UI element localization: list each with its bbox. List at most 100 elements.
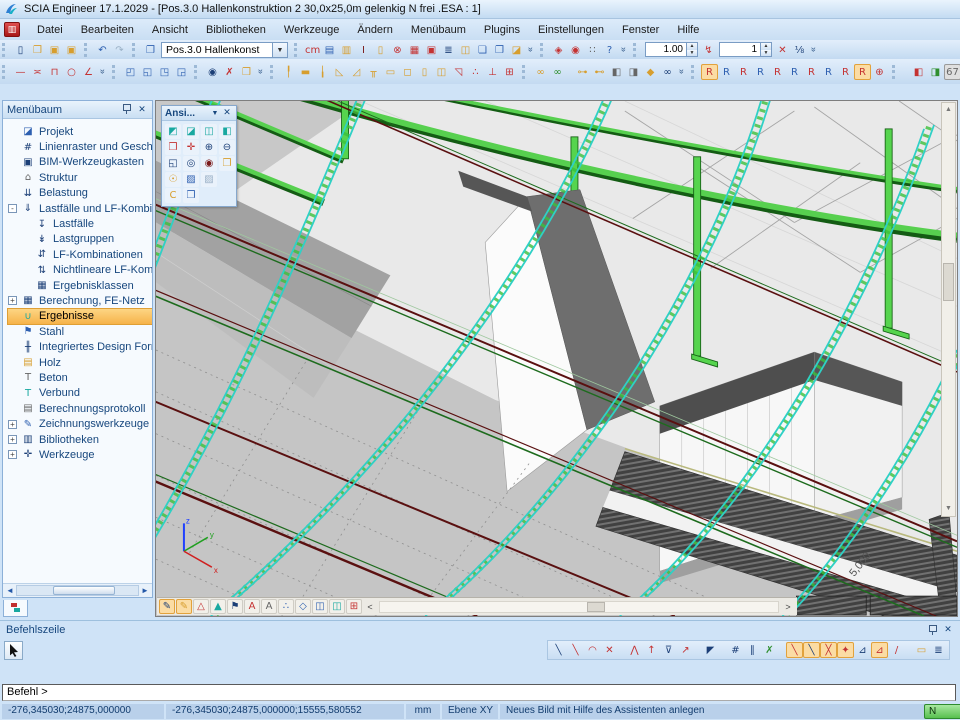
toolbar-overflow-icon[interactable]: » — [523, 44, 538, 55]
scroll-left-icon[interactable]: < — [363, 602, 377, 612]
snap-arc-icon[interactable]: ◠ — [584, 642, 601, 658]
toolbar-overflow-icon[interactable]: » — [806, 44, 821, 55]
tree-item-belastung[interactable]: ⇊ Belastung — [8, 186, 152, 201]
project-combo-dropdown-icon[interactable]: ▼ — [273, 42, 288, 58]
count-spinner[interactable]: 1 ▲▼ — [719, 42, 772, 57]
palette-dropdown-icon[interactable]: ▼ — [209, 110, 221, 117]
tree-item-stahl[interactable]: ⚑ Stahl — [8, 324, 152, 339]
result-class-icon[interactable]: R — [837, 64, 854, 80]
tree-item-lastfaelle-lf-kombinationen[interactable]: - ⇓ Lastfälle und LF-Kombin — [8, 201, 152, 216]
result-reactions-icon[interactable]: R — [786, 64, 803, 80]
units-icon[interactable]: cm — [304, 42, 321, 58]
command-input[interactable]: Befehl > — [2, 684, 956, 701]
tree-item-zeichnungswerkzeuge[interactable]: + ✎ Zeichnungswerkzeuge — [8, 416, 152, 431]
toolbar-overflow-icon[interactable]: » — [674, 66, 689, 77]
quick-draw-alt-icon[interactable]: ✎ — [176, 599, 192, 614]
menu-datei[interactable]: Datei — [28, 22, 72, 38]
wireframe-icon[interactable]: △ — [193, 599, 209, 614]
pin-icon[interactable] — [927, 625, 938, 636]
snap-mode-midpoint-icon[interactable]: ╲ — [803, 642, 820, 658]
tree-item-bim-werkzeugkasten[interactable]: ▣ BIM-Werkzeugkasten — [8, 155, 152, 170]
light-icon[interactable]: ☉ — [165, 172, 181, 187]
tree-expander-icon[interactable] — [8, 189, 17, 198]
view-y-icon[interactable]: ◪ — [183, 124, 199, 139]
scroll-up-icon[interactable]: ▲ — [945, 103, 952, 117]
tree-expander-icon[interactable] — [8, 158, 17, 167]
mesh-icon[interactable]: ⊞ — [501, 64, 518, 80]
pair-add-icon[interactable]: ⊶ — [574, 64, 591, 80]
tree-item-bibliotheken[interactable]: + ▥ Bibliotheken — [8, 432, 152, 447]
polyline-icon[interactable]: ⊓ — [46, 64, 63, 80]
viewport-window-icon[interactable]: ❐ — [142, 42, 159, 58]
scale-spinner-value[interactable]: 1.00 — [645, 42, 687, 57]
snap-intersection-icon[interactable]: ✗ — [761, 642, 778, 658]
table-input-icon[interactable]: ▦ — [406, 42, 423, 58]
menubaum-panel-tab[interactable] — [3, 600, 28, 617]
nodes-icon[interactable]: ∴ — [278, 599, 294, 614]
tree-expander-icon[interactable]: + — [8, 420, 17, 429]
tree-expander-icon[interactable]: - — [8, 204, 17, 213]
scale-spinner-arrows[interactable]: ▲▼ — [687, 42, 698, 57]
hinge-icon[interactable]: ∴ — [467, 64, 484, 80]
layers-icon[interactable]: ▤ — [321, 42, 338, 58]
sidebar-hscrollbar[interactable]: ◄ ► — [3, 583, 152, 597]
tree-expander-icon[interactable] — [8, 343, 17, 352]
column-member-icon[interactable]: ╿ — [280, 64, 297, 80]
selection-filter-icon[interactable]: ◆ — [642, 64, 659, 80]
zoom-in-icon[interactable]: ⊕ — [201, 140, 217, 155]
quick-draw-icon[interactable]: ✎ — [159, 599, 175, 614]
tree-expander-icon[interactable]: + — [8, 435, 17, 444]
dimension-line-icon[interactable]: ≍ — [29, 64, 46, 80]
tree-item-lf-kombinationen[interactable]: ⇵ LF-Kombinationen — [8, 247, 152, 262]
scale-spinner[interactable]: 1.00 ▲▼ — [645, 42, 698, 57]
opening-icon[interactable]: ▭ — [382, 64, 399, 80]
truss-icon[interactable]: ◹ — [450, 64, 467, 80]
close-icon[interactable]: ✕ — [942, 624, 954, 636]
column-head-icon[interactable]: ╥ — [365, 64, 382, 80]
scroll-track[interactable] — [942, 117, 955, 502]
count-spinner-value[interactable]: 1 — [719, 42, 761, 57]
snap-free-line-icon[interactable]: / — [888, 642, 905, 658]
save-all-icon[interactable]: ▣ — [63, 42, 80, 58]
volumes-icon[interactable]: ◇ — [295, 599, 311, 614]
copy-icon[interactable]: ◱ — [139, 64, 156, 80]
menu-aendern[interactable]: Ändern — [348, 22, 401, 38]
snap-grid-icon[interactable]: # — [727, 642, 744, 658]
snap-endpoint-arrow-icon[interactable]: ↑ — [643, 642, 660, 658]
snap-mode-cross-icon[interactable]: ╳ — [820, 642, 837, 658]
wall-icon[interactable]: ▯ — [416, 64, 433, 80]
snap-peak-icon[interactable]: ⋀ — [626, 642, 643, 658]
tree-item-werkzeuge[interactable]: + ✛ Werkzeuge — [8, 447, 152, 462]
tree-expander-icon[interactable] — [8, 389, 17, 398]
target-center-icon[interactable]: ⊕ — [871, 64, 888, 80]
view-z-icon[interactable]: ◫ — [201, 124, 217, 139]
new-document-icon[interactable]: ▯ — [12, 42, 29, 58]
viewport-vscrollbar[interactable]: ▲ ▼ — [941, 102, 956, 517]
project-combo[interactable]: Pos.3.0 Hallenkonst ▼ — [161, 42, 288, 58]
tree-expander-icon[interactable] — [8, 312, 17, 321]
result-envelope-icon[interactable]: R — [854, 64, 871, 80]
document-app-icon[interactable]: ▥ — [4, 22, 20, 37]
visibility-eye-icon[interactable]: ◉ — [204, 64, 221, 80]
snap-off-icon[interactable]: ✕ — [601, 642, 618, 658]
tree-expander-icon[interactable] — [8, 127, 17, 136]
scroll-thumb[interactable] — [943, 263, 954, 301]
view-activity-icon[interactable]: ◉ — [567, 42, 584, 58]
snap-columns-icon[interactable]: ∥ — [744, 642, 761, 658]
select-glasses-icon[interactable]: ∞ — [532, 64, 549, 80]
copy-attributes-icon[interactable]: ◧ — [608, 64, 625, 80]
tree-expander-icon[interactable]: + — [8, 296, 17, 305]
delete-brush-icon[interactable]: ✗ — [221, 64, 238, 80]
toolbar-overflow-icon[interactable]: » — [253, 66, 268, 77]
pair-remove-icon[interactable]: ⊷ — [591, 64, 608, 80]
printer-icon[interactable]: ≣ — [440, 42, 457, 58]
wire-mode-icon[interactable]: C — [165, 188, 181, 203]
snap-perpendicular-icon[interactable]: ⊽ — [660, 642, 677, 658]
scroll-right-icon[interactable]: ► — [139, 585, 151, 597]
zoom-all-icon[interactable]: ◎ — [183, 156, 199, 171]
palette-close-icon[interactable]: ✕ — [221, 107, 233, 119]
scroll-thumb[interactable] — [53, 586, 115, 595]
ruler-icon[interactable]: ▭ — [913, 642, 930, 658]
viewport-hscroll-track[interactable] — [379, 601, 779, 613]
image-wizard-icon[interactable]: ◈ — [550, 42, 567, 58]
